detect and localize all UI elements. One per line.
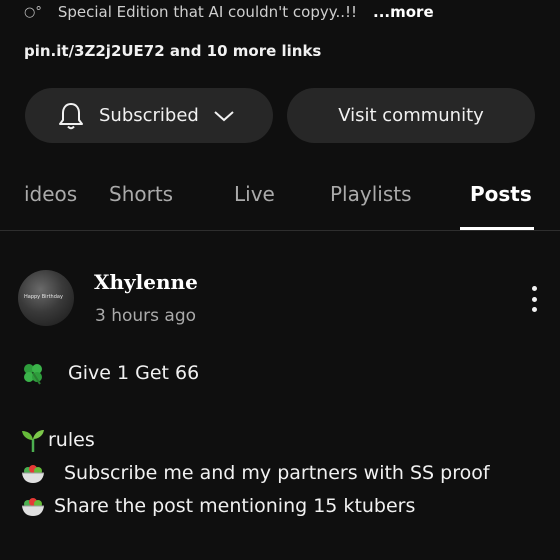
tab-playlists[interactable]: Playlists: [330, 182, 412, 206]
visit-community-button[interactable]: Visit community: [287, 88, 535, 143]
description-text: Special Edition that AI couldn't copyy..…: [57, 3, 358, 21]
post-line: rules: [20, 427, 95, 453]
active-tab-indicator: [460, 227, 534, 230]
channel-links[interactable]: pin.it/3Z2j2UE72 and 10 more links: [24, 42, 321, 60]
post-line: Subscribe me and my partners with SS pro…: [20, 460, 490, 486]
subscribed-label: Subscribed: [99, 105, 199, 126]
more-link[interactable]: ...more: [373, 3, 434, 21]
channel-tabs: ideos Shorts Live Playlists Posts: [0, 160, 560, 231]
salad-bowl-icon: [20, 493, 48, 519]
post-line-text: rules: [48, 429, 95, 451]
subscribed-button[interactable]: Subscribed: [25, 88, 273, 143]
post-line-text: Give 1 Get 66: [68, 362, 200, 384]
tab-shorts[interactable]: Shorts: [109, 182, 173, 206]
post-time: 3 hours ago: [95, 306, 197, 326]
post-line-text: Subscribe me and my partners with SS pro…: [64, 462, 490, 484]
description-bullet: ○°: [24, 4, 42, 20]
seedling-icon: [20, 427, 48, 453]
channel-description[interactable]: ○° Special Edition that AI couldn't copy…: [24, 0, 434, 24]
four-leaf-clover-icon: [20, 360, 48, 386]
bell-icon: [57, 101, 85, 131]
post-line-text: Share the post mentioning 15 ktubers: [54, 495, 416, 517]
visit-community-label: Visit community: [338, 105, 484, 126]
chevron-down-icon: [213, 109, 235, 123]
tab-live[interactable]: Live: [234, 182, 275, 206]
post-author[interactable]: Xhylenne: [94, 270, 198, 294]
tab-posts[interactable]: Posts: [470, 182, 532, 206]
avatar[interactable]: Happy Birthday: [18, 270, 74, 326]
salad-bowl-icon: [20, 460, 48, 486]
post-line: Share the post mentioning 15 ktubers: [20, 493, 415, 519]
avatar-text: Happy Birthday: [24, 294, 63, 300]
more-options-icon[interactable]: [526, 286, 542, 312]
tab-videos[interactable]: ideos: [24, 182, 77, 206]
post-line: Give 1 Get 66: [20, 360, 199, 386]
